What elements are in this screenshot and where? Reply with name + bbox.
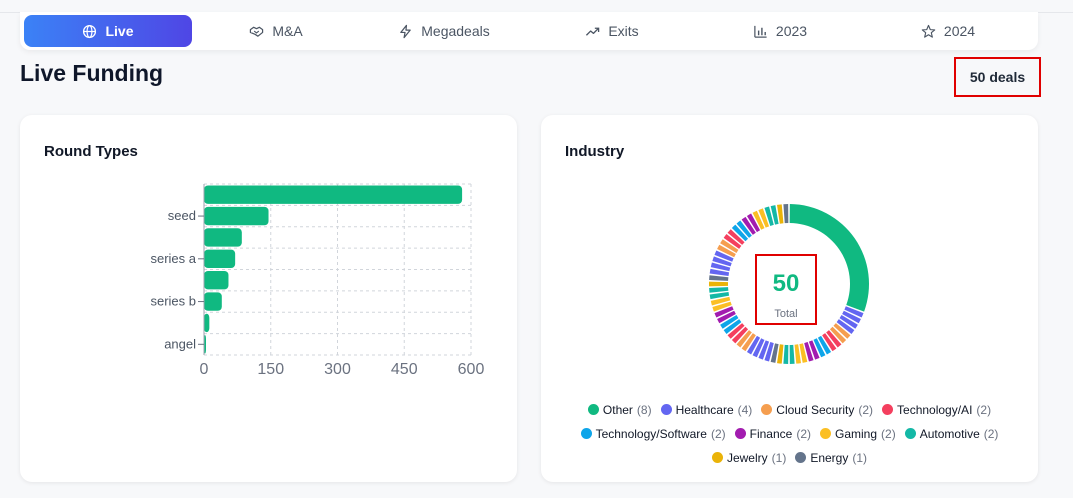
legend-count: (2) [976, 402, 992, 417]
legend-count: (2) [710, 426, 726, 441]
tab-megadeals-label: Megadeals [421, 23, 490, 39]
tab-exits-label: Exits [608, 23, 639, 39]
legend-swatch [734, 428, 746, 439]
y-tick-label: series a [150, 251, 196, 266]
tab-live[interactable]: Live [24, 15, 192, 47]
deal-count-badge: 50 deals [954, 57, 1041, 97]
legend-item[interactable]: Cloud Security (2) [761, 403, 873, 417]
round-types-card: Round Types seed series a series b angel 0 15… [20, 115, 517, 482]
tab-2023[interactable]: 2023 [696, 15, 864, 47]
legend-item[interactable]: Energy (1) [795, 451, 867, 465]
legend-item[interactable]: Healthcare (4) [660, 402, 753, 417]
legend-count: (8) [636, 402, 652, 417]
legend-item[interactable]: Other (8) [587, 402, 652, 417]
total-value: 50 [772, 270, 800, 297]
legend-count: (2) [796, 426, 812, 441]
x-tick-label: 450 [391, 361, 418, 378]
legend-label: Gaming [835, 426, 878, 441]
bar[interactable] [204, 271, 229, 290]
x-tick-label: 150 [257, 361, 284, 378]
tab-2024[interactable]: 2024 [864, 15, 1032, 47]
lightning-icon [400, 24, 412, 38]
bar-chart-icon [754, 25, 767, 38]
donut-slice[interactable] [789, 344, 795, 364]
legend-label: Jewelry [726, 450, 768, 465]
y-tick-label: series b [150, 294, 196, 309]
legend-swatch [795, 452, 807, 463]
globe-icon [83, 24, 97, 38]
total-highlight: 50 Total [755, 254, 817, 325]
legend-label: Energy [810, 450, 849, 465]
bar[interactable] [204, 313, 210, 333]
donut-slice[interactable] [709, 287, 729, 293]
tab-2023-label: 2023 [775, 23, 808, 39]
bar[interactable] [204, 249, 236, 268]
star-icon [921, 24, 936, 38]
legend-swatch [587, 404, 599, 415]
legend-row: Jewelry (1) Energy (1) [541, 449, 1038, 466]
legend-label: Cloud Security [776, 402, 855, 417]
tab-megadeals[interactable]: Megadeals [360, 15, 528, 47]
x-tick-label: 600 [458, 361, 485, 378]
legend-swatch [711, 452, 723, 463]
legend-swatch [761, 404, 773, 415]
bar[interactable] [204, 228, 242, 247]
legend-label: Technology/AI [897, 402, 973, 417]
legend-swatch [660, 404, 672, 415]
legend-label: Technology/Software [595, 426, 707, 441]
total-label: Total [774, 308, 798, 320]
tab-bar: Live M&A Megadeals Exits 2023 2024 [20, 12, 1038, 50]
tab-live-label: Live [105, 23, 134, 39]
legend-label: Automotive [919, 426, 980, 441]
x-tick-label: 0 [200, 361, 209, 378]
tab-m-and-a-label: M&A [272, 23, 303, 39]
legend-count: (1) [771, 450, 787, 465]
legend-item[interactable]: Gaming (2) [820, 427, 896, 441]
tab-exits[interactable]: Exits [528, 15, 696, 47]
legend-item[interactable]: Technology/Software (2) [580, 426, 726, 441]
legend-item[interactable]: Finance (2) [734, 426, 812, 441]
bar[interactable] [204, 185, 463, 204]
tab-2024-label: 2024 [943, 23, 976, 39]
legend-count: (2) [858, 402, 874, 417]
legend-row: Technology/Software (2) Finance (2) Gaming (2… [541, 425, 1038, 442]
bar[interactable] [204, 206, 269, 226]
legend-count: (1) [852, 450, 868, 465]
x-tick-label: 300 [324, 361, 351, 378]
industry-legend: Other (8) Healthcare (4) Cloud Security (2) Te… [541, 401, 1038, 473]
page-title: Live Funding [20, 60, 164, 86]
legend-swatch [904, 428, 916, 439]
legend-swatch [820, 428, 832, 439]
trending-up-icon [586, 27, 600, 36]
donut-slice[interactable] [783, 204, 789, 224]
legend-label: Finance [749, 426, 793, 441]
legend-count: (2) [983, 426, 999, 441]
legend-item[interactable]: Technology/AI (2) [882, 403, 991, 417]
donut-slice[interactable] [709, 281, 729, 287]
handshake-icon [250, 26, 264, 37]
legend-swatch [882, 404, 894, 415]
legend-label: Healthcare [675, 402, 734, 417]
legend-count: (2) [881, 426, 896, 441]
bar[interactable] [204, 292, 222, 311]
legend-row: Other (8) Healthcare (4) Cloud Security (2) Te… [541, 401, 1038, 418]
y-tick-label: seed [168, 208, 196, 223]
legend-item[interactable]: Automotive (2) [904, 426, 999, 441]
tab-m-and-a[interactable]: M&A [192, 15, 360, 47]
legend-swatch [580, 428, 592, 439]
round-types-chart: seed series a series b angel 0 150 300 450 600 [150, 183, 485, 378]
y-tick-label: angel [164, 336, 196, 351]
legend-count: (4) [737, 402, 753, 417]
legend-item[interactable]: Jewelry (1) [711, 450, 787, 465]
donut-slice[interactable] [709, 275, 729, 281]
industry-card: Industry 50 Total Other (8) Healthcare (4) C… [541, 115, 1038, 482]
donut-slice[interactable] [783, 344, 789, 364]
legend-label: Other [602, 402, 633, 417]
